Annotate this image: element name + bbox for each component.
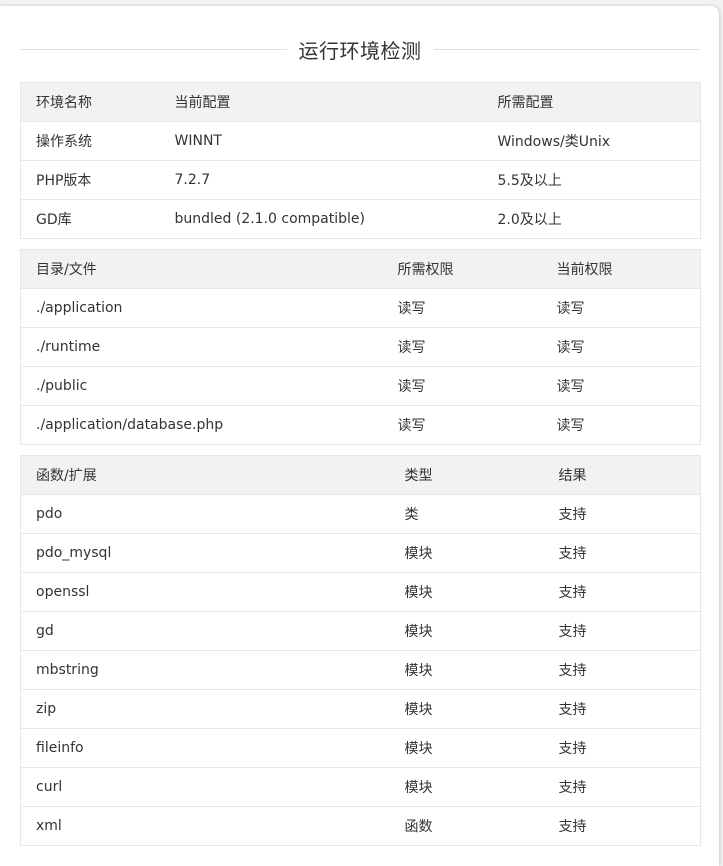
table-cell: fileinfo [20,728,390,768]
table-cell: 模块 [389,728,544,768]
environment-table: 环境名称 当前配置 所需配置 操作系统 WINNT Windows/类Unix … [20,82,701,239]
table-cell: 模块 [389,611,544,651]
directory-permissions-table: 目录/文件 所需权限 当前权限 ./application 读写 读写 ./ru… [20,249,701,445]
column-header: 所需权限 [382,249,542,289]
column-header: 环境名称 [20,82,160,122]
table-cell: 支持 [543,494,701,534]
functions-extensions-table: 函数/扩展 类型 结果 pdo 类 支持 pdo_mysql 模块 支持 ope… [20,455,701,846]
table-cell: 支持 [543,689,701,729]
table-cell: PHP版本 [20,160,160,200]
table-row: mbstring 模块 支持 [20,650,701,690]
table-cell: 读写 [382,405,542,445]
table-cell: curl [20,767,390,807]
table-cell: 读写 [541,288,701,328]
table-cell: ./public [20,366,383,406]
table-cell: 模块 [389,689,544,729]
table-cell: 模块 [389,572,544,612]
table-cell: bundled (2.1.0 compatible) [159,199,483,239]
table-cell: 模块 [389,533,544,573]
table-row: 操作系统 WINNT Windows/类Unix [20,121,701,161]
table-row: xml 函数 支持 [20,806,701,846]
table-cell: ./application/database.php [20,405,383,445]
table-cell: 支持 [543,767,701,807]
column-header: 函数/扩展 [20,455,390,495]
table-cell: mbstring [20,650,390,690]
table-cell: 5.5及以上 [482,160,701,200]
table-cell: openssl [20,572,390,612]
table-cell: zip [20,689,390,729]
column-header: 类型 [389,455,544,495]
table-cell: 模块 [389,767,544,807]
table-row: ./public 读写 读写 [20,366,701,406]
table-cell: ./application [20,288,383,328]
table-row: zip 模块 支持 [20,689,701,729]
table-row: ./application 读写 读写 [20,288,701,328]
table-cell: 7.2.7 [159,160,483,200]
table-header-row: 环境名称 当前配置 所需配置 [20,82,701,122]
table-cell: GD库 [20,199,160,239]
column-header: 当前配置 [159,82,483,122]
table-row: PHP版本 7.2.7 5.5及以上 [20,160,701,200]
table-row: fileinfo 模块 支持 [20,728,701,768]
table-cell: 读写 [382,288,542,328]
table-cell: 2.0及以上 [482,199,701,239]
table-cell: 支持 [543,533,701,573]
table-cell: 类 [389,494,544,534]
table-row: gd 模块 支持 [20,611,701,651]
table-cell: pdo [20,494,390,534]
table-cell: 支持 [543,572,701,612]
table-row: GD库 bundled (2.1.0 compatible) 2.0及以上 [20,199,701,239]
table-cell: 支持 [543,650,701,690]
table-cell: 支持 [543,611,701,651]
table-cell: pdo_mysql [20,533,390,573]
table-row: openssl 模块 支持 [20,572,701,612]
table-cell: ./runtime [20,327,383,367]
table-cell: xml [20,806,390,846]
table-cell: 操作系统 [20,121,160,161]
table-cell: Windows/类Unix [482,121,701,161]
table-row: ./runtime 读写 读写 [20,327,701,367]
table-cell: gd [20,611,390,651]
table-cell: 读写 [382,366,542,406]
table-cell: 读写 [541,405,701,445]
table-cell: 读写 [541,327,701,367]
table-row: ./application/database.php 读写 读写 [20,405,701,445]
column-header: 结果 [543,455,701,495]
table-cell: 读写 [382,327,542,367]
table-cell: 支持 [543,806,701,846]
table-header-row: 目录/文件 所需权限 当前权限 [20,249,701,289]
table-cell: 函数 [389,806,544,846]
column-header: 目录/文件 [20,249,383,289]
table-cell: 模块 [389,650,544,690]
table-cell: 支持 [543,728,701,768]
table-cell: 读写 [541,366,701,406]
table-row: pdo 类 支持 [20,494,701,534]
table-header-row: 函数/扩展 类型 结果 [20,455,701,495]
table-cell: WINNT [159,121,483,161]
page-title: 运行环境检测 [298,38,422,63]
table-row: curl 模块 支持 [20,767,701,807]
section-title-row: 运行环境检测 [20,35,700,63]
table-row: pdo_mysql 模块 支持 [20,533,701,573]
column-header: 当前权限 [541,249,701,289]
title-divider-left [20,48,287,50]
column-header: 所需配置 [482,82,701,122]
title-divider-right [433,48,700,50]
